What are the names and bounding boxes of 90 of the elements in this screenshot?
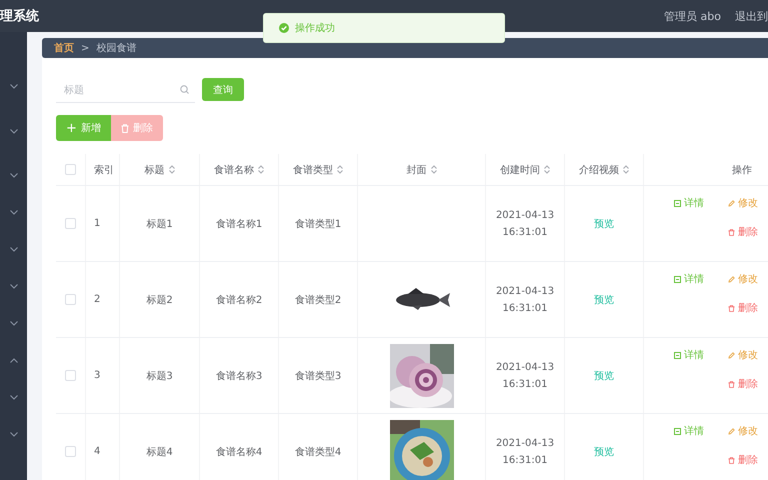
edit-link[interactable]: 修改 bbox=[728, 424, 758, 438]
table-cell: 2 bbox=[94, 294, 100, 305]
column-header[interactable]: 食谱类型 bbox=[293, 162, 343, 176]
sort-icon[interactable] bbox=[258, 165, 264, 174]
document-icon bbox=[674, 352, 681, 358]
column-header[interactable]: 介绍视频 bbox=[579, 162, 629, 176]
table-cell-text: 食谱名称4 bbox=[216, 446, 262, 458]
table-cell: 3 bbox=[94, 370, 100, 381]
sort-icon[interactable] bbox=[623, 165, 629, 174]
table-cell-text: 食谱类型4 bbox=[294, 446, 342, 458]
trash-icon bbox=[728, 456, 735, 464]
table-cell-text: 2021-04-13 16:31:01 bbox=[494, 360, 556, 392]
table-cell-text: 食谱名称3 bbox=[216, 370, 262, 382]
sort-icon[interactable] bbox=[168, 165, 174, 174]
pencil-icon bbox=[728, 200, 735, 206]
table-cell-text: 标题2 bbox=[146, 294, 173, 306]
table-cell-text: 2021-04-13 16:31:01 bbox=[494, 436, 556, 468]
column-header[interactable]: 标题 bbox=[144, 162, 174, 176]
chevron-down-icon[interactable] bbox=[10, 247, 18, 252]
table-cell-text: 食谱类型2 bbox=[294, 294, 342, 306]
breadcrumb-separator: > bbox=[81, 42, 90, 54]
user-name: 管理员 abo bbox=[664, 8, 721, 24]
delete-link[interactable]: 删除 bbox=[728, 453, 758, 467]
chevron-down-icon[interactable] bbox=[10, 284, 18, 289]
chevron-down-icon[interactable] bbox=[10, 321, 18, 326]
table-cell: 1 bbox=[94, 218, 100, 229]
logout-link[interactable]: 退出到 bbox=[735, 8, 768, 24]
breadcrumb-home[interactable]: 首页 bbox=[54, 41, 74, 55]
sort-icon[interactable] bbox=[337, 165, 343, 174]
table-cell-text: 食谱类型1 bbox=[294, 218, 342, 230]
delete-link[interactable]: 删除 bbox=[728, 225, 758, 239]
chevron-down-icon[interactable] bbox=[10, 173, 18, 178]
table-cell-text: 标题1 bbox=[146, 218, 173, 230]
search-icon bbox=[180, 85, 189, 94]
search-field[interactable]: 标题 bbox=[56, 80, 195, 102]
table-cell-text: 食谱类型3 bbox=[294, 370, 342, 382]
pencil-icon bbox=[728, 276, 735, 282]
pencil-icon bbox=[728, 428, 735, 434]
sort-icon[interactable] bbox=[544, 165, 550, 174]
row-checkbox[interactable] bbox=[65, 446, 76, 457]
chevron-down-icon[interactable] bbox=[10, 395, 18, 400]
table-cell-text: 2021-04-13 16:31:01 bbox=[494, 208, 556, 240]
delete-link[interactable]: 删除 bbox=[728, 301, 758, 315]
chevron-down-icon[interactable] bbox=[10, 84, 18, 89]
column-header: 索引 bbox=[94, 164, 114, 176]
table-cell-text: 食谱名称2 bbox=[216, 294, 262, 306]
sort-icon[interactable] bbox=[430, 165, 436, 174]
pencil-icon bbox=[728, 352, 735, 358]
edit-link[interactable]: 修改 bbox=[728, 196, 758, 210]
detail-link[interactable]: 详情 bbox=[674, 272, 704, 286]
row-checkbox[interactable] bbox=[65, 218, 76, 229]
trash-icon bbox=[728, 380, 735, 388]
column-header[interactable]: 食谱名称 bbox=[214, 162, 264, 176]
preview-link[interactable]: 预览 bbox=[594, 216, 614, 230]
edit-link[interactable]: 修改 bbox=[728, 272, 758, 286]
detail-link[interactable]: 详情 bbox=[674, 196, 704, 210]
row-checkbox[interactable] bbox=[65, 294, 76, 305]
chevron-down-icon[interactable] bbox=[10, 128, 18, 134]
table-cell-text: 食谱名称1 bbox=[216, 218, 262, 230]
preview-link[interactable]: 预览 bbox=[594, 368, 614, 382]
detail-link[interactable]: 详情 bbox=[674, 348, 704, 362]
chevron-down-icon[interactable] bbox=[10, 210, 18, 215]
document-icon bbox=[674, 276, 681, 282]
breadcrumb-current: 校园食谱 bbox=[96, 42, 136, 55]
detail-link[interactable]: 详情 bbox=[674, 424, 704, 438]
document-icon bbox=[674, 200, 681, 206]
add-button[interactable]: + 新增 bbox=[56, 115, 111, 141]
preview-link[interactable]: 预览 bbox=[594, 292, 614, 306]
document-icon bbox=[674, 428, 681, 434]
trash-icon bbox=[728, 304, 735, 312]
app-title: 理系统 bbox=[0, 8, 39, 25]
table-cell-text: 标题3 bbox=[146, 370, 173, 382]
row-checkbox[interactable] bbox=[65, 370, 76, 381]
delete-link[interactable]: 删除 bbox=[728, 377, 758, 391]
trash-icon bbox=[728, 228, 735, 236]
preview-link[interactable]: 预览 bbox=[594, 444, 614, 458]
table-cell-text: 2021-04-13 16:31:01 bbox=[494, 284, 556, 316]
chevron-up-icon[interactable] bbox=[10, 358, 18, 363]
column-header[interactable]: 封面 bbox=[406, 162, 436, 176]
column-header[interactable]: 创建时间 bbox=[500, 162, 550, 176]
column-header: 操作 bbox=[732, 164, 752, 176]
trash-icon bbox=[120, 124, 129, 132]
query-button[interactable]: 查询 bbox=[202, 78, 244, 101]
edit-link[interactable]: 修改 bbox=[728, 348, 758, 362]
table-cell: 4 bbox=[94, 446, 100, 457]
select-all-checkbox[interactable] bbox=[65, 164, 76, 175]
check-circle-icon bbox=[279, 23, 289, 33]
chevron-down-icon[interactable] bbox=[10, 432, 18, 437]
toast-message: 操作成功 bbox=[295, 22, 335, 35]
table-cell-text: 标题4 bbox=[146, 446, 173, 458]
